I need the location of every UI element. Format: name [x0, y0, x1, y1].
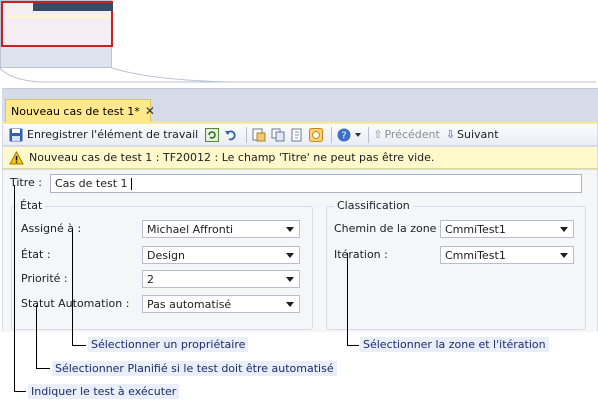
dropdown-arrow-icon[interactable] — [355, 127, 362, 143]
warning-bar: Nouveau cas de test 1 : TF20012 : Le cha… — [3, 147, 597, 169]
chevron-down-icon — [560, 253, 568, 258]
svg-text:?: ? — [342, 130, 347, 141]
previous-label: Précédent — [384, 128, 440, 141]
leader-title-vertical — [14, 185, 15, 392]
automation-status-label: Statut Automation : — [21, 297, 130, 310]
state-select[interactable]: Design — [142, 246, 300, 264]
work-item-window: Nouveau cas de test 1* ✕ Enregistrer l'é… — [2, 88, 598, 332]
chevron-down-icon — [286, 302, 294, 307]
area-path-label: Chemin de la zone : — [334, 222, 444, 235]
callout-select-area-iteration: Sélectionner la zone et l'itération — [360, 337, 549, 352]
history-icon[interactable] — [308, 127, 324, 143]
chevron-down-icon — [560, 227, 568, 232]
thumbnail-line — [9, 15, 109, 18]
leader-automation-horizontal — [36, 368, 50, 369]
priority-label: Priorité : — [21, 272, 68, 285]
area-path-value: CmmiTest1 — [445, 222, 506, 236]
callout-test-to-run: Indiquer le test à exécuter — [28, 384, 180, 399]
iteration-label: Itération : — [334, 248, 388, 261]
help-icon[interactable]: ? — [336, 127, 352, 143]
toolbar-separator — [331, 126, 333, 143]
iteration-value: CmmiTest1 — [445, 248, 506, 262]
iteration-select[interactable]: CmmiTest1 — [440, 246, 574, 264]
leader-title-horizontal — [14, 391, 26, 392]
toolbar-separator — [368, 126, 370, 143]
tab-new-test-case[interactable]: Nouveau cas de test 1* ✕ — [5, 99, 155, 122]
title-input[interactable]: Cas de test 1 — [50, 174, 582, 193]
leader-automation-vertical — [36, 305, 37, 369]
leader-owner-vertical — [72, 229, 73, 346]
attach-icon[interactable] — [289, 127, 305, 143]
previous-button[interactable]: ⇧ Précédent — [373, 128, 440, 141]
priority-value: 2 — [147, 272, 154, 286]
assigned-to-value: Michael Affronti — [147, 222, 234, 236]
close-icon[interactable]: ✕ — [145, 105, 155, 117]
save-button[interactable]: Enregistrer l'élément de travail — [27, 128, 198, 141]
copy-icon[interactable] — [270, 127, 286, 143]
toolbar: Enregistrer l'élément de travail ? ⇧ Pré… — [3, 124, 597, 146]
zoom-highlight — [1, 1, 113, 47]
work-item-form: Titre : Cas de test 1 État Assigné à : M… — [3, 170, 597, 332]
tab-label: Nouveau cas de test 1* — [11, 104, 140, 118]
state-group-title: État — [17, 199, 46, 212]
automation-status-select[interactable]: Pas automatisé — [142, 295, 300, 313]
warning-icon — [9, 150, 24, 165]
state-value: Design — [147, 248, 185, 262]
next-label: Suivant — [457, 128, 499, 141]
new-linked-item-icon[interactable] — [251, 127, 267, 143]
text-caret — [130, 177, 132, 190]
leader-area-vertical — [347, 253, 348, 346]
arrow-down-icon: ⇩ — [445, 128, 456, 141]
callout-select-automated: Sélectionner Planifié si le test doit êt… — [52, 361, 337, 376]
area-path-select[interactable]: CmmiTest1 — [440, 220, 574, 238]
callout-select-owner: Sélectionner un propriétaire — [88, 337, 249, 352]
save-icon[interactable] — [8, 127, 24, 143]
warning-message: Nouveau cas de test 1 : TF20012 : Le cha… — [29, 151, 435, 164]
state-label: État : — [21, 248, 51, 261]
automation-status-value: Pas automatisé — [147, 297, 232, 311]
chevron-down-icon — [286, 277, 294, 282]
leader-area-horizontal — [347, 345, 359, 346]
title-value: Cas de test 1 — [55, 177, 128, 190]
chevron-down-icon — [286, 227, 294, 232]
undo-icon[interactable] — [223, 127, 239, 143]
refresh-icon[interactable] — [204, 127, 220, 143]
chevron-down-icon — [286, 253, 294, 258]
next-button[interactable]: ⇩ Suivant — [446, 128, 499, 141]
arrow-up-icon: ⇧ — [373, 128, 383, 141]
thumbnail-bar — [33, 3, 113, 11]
zoom-thumbnail — [0, 0, 113, 68]
leader-owner-horizontal — [72, 345, 86, 346]
priority-select[interactable]: 2 — [142, 270, 300, 288]
tab-strip: Nouveau cas de test 1* ✕ — [2, 99, 598, 122]
toolbar-separator — [246, 126, 248, 143]
classification-group-title: Classification — [334, 199, 413, 212]
assigned-to-select[interactable]: Michael Affronti — [142, 220, 300, 238]
